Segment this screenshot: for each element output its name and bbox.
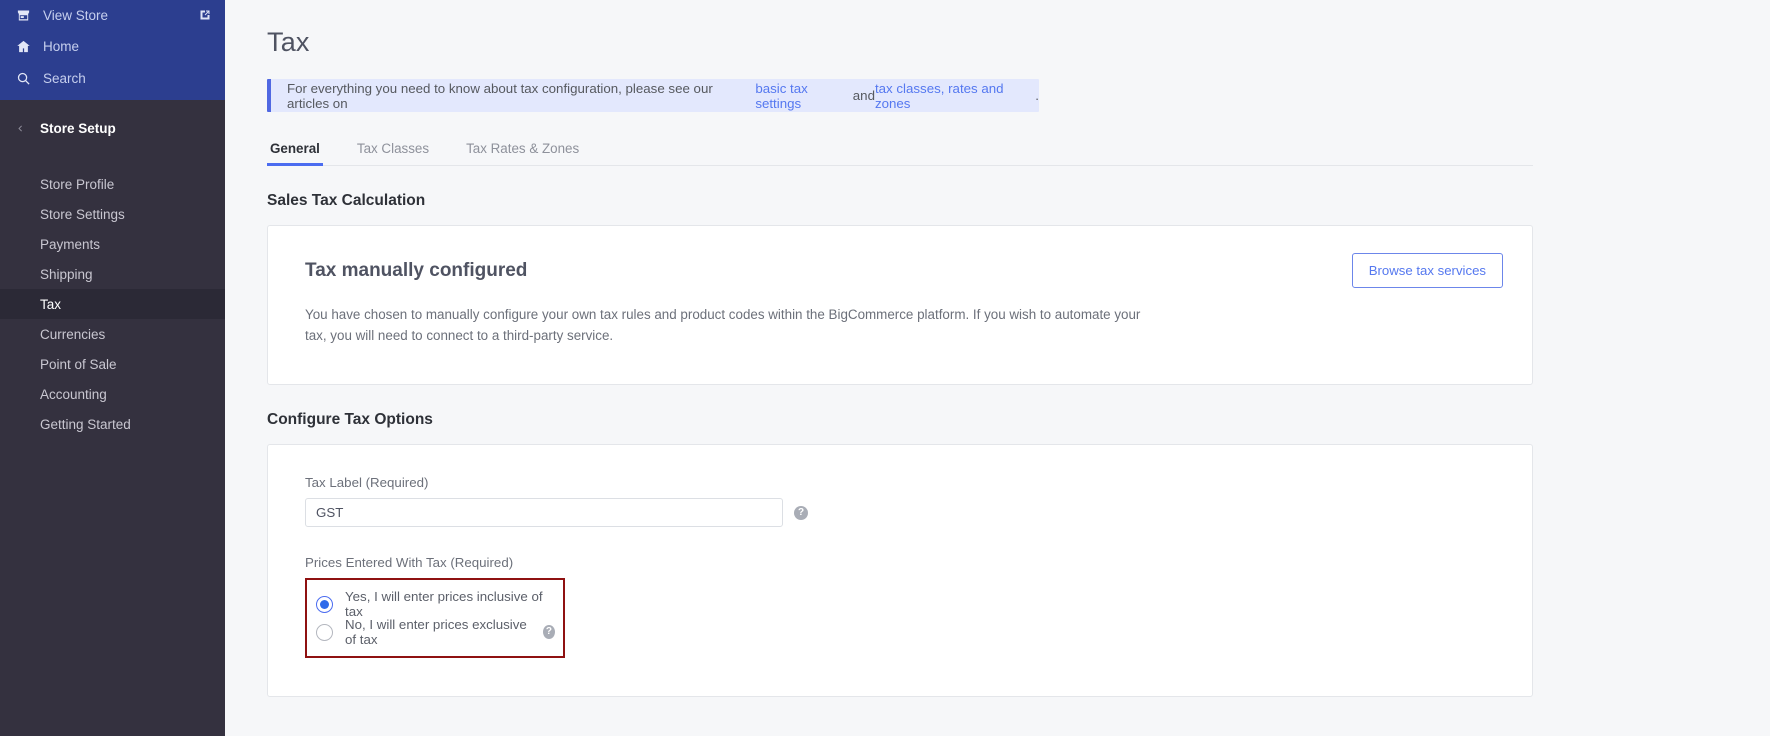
sidebar-nav-list: Store Profile Store Settings Payments Sh… — [0, 169, 225, 439]
section-title-sales-tax-calculation: Sales Tax Calculation — [267, 192, 426, 209]
home-icon — [16, 39, 38, 54]
prices-entered-with-tax-group: Yes, I will enter prices inclusive of ta… — [305, 578, 565, 658]
tab-tax-rates-zones[interactable]: Tax Rates & Zones — [463, 141, 582, 165]
question-mark-icon[interactable]: ? — [542, 625, 555, 639]
search-icon — [16, 71, 38, 86]
section-title-configure-tax-options: Configure Tax Options — [267, 411, 433, 428]
banner-text-after: . — [1035, 88, 1039, 103]
sidebar-item-label: Store Settings — [40, 206, 125, 222]
prices-entered-with-tax-label: Prices Entered With Tax (Required) — [305, 555, 514, 570]
app-root: View Store Home Search Store Setup Store… — [0, 0, 1770, 736]
card-description: You have chosen to manually configure yo… — [305, 307, 1141, 343]
radio-option-exclusive[interactable]: No, I will enter prices exclusive of tax… — [316, 617, 555, 647]
configure-tax-options-card: Tax Label (Required) ? Prices Entered Wi… — [267, 444, 1533, 697]
sidebar-group-store-setup[interactable]: Store Setup — [0, 113, 225, 143]
sidebar-item-currencies[interactable]: Currencies — [0, 319, 225, 349]
sidebar-item-label: Store Profile — [40, 176, 115, 192]
radio-option-inclusive[interactable]: Yes, I will enter prices inclusive of ta… — [316, 589, 555, 619]
banner-link-tax-classes-rates-zones[interactable]: tax classes, rates and zones — [875, 81, 1035, 111]
sidebar-item-shipping[interactable]: Shipping — [0, 259, 225, 289]
sidebar-item-getting-started[interactable]: Getting Started — [0, 409, 225, 439]
browse-tax-services-button[interactable]: Browse tax services — [1351, 253, 1503, 288]
sidebar-group-label: Store Setup — [40, 120, 116, 136]
page-title: Tax — [267, 27, 310, 57]
tab-label: Tax Rates & Zones — [466, 141, 580, 156]
info-banner: For everything you need to know about ta… — [267, 79, 1039, 112]
sidebar-top-section: View Store Home Search — [0, 0, 225, 100]
sidebar-item-payments[interactable]: Payments — [0, 229, 225, 259]
main-content: Tax For everything you need to know abou… — [225, 0, 1770, 736]
radio-indicator[interactable] — [316, 595, 333, 613]
card-body: Tax Label (Required) ? Prices Entered Wi… — [268, 445, 1532, 696]
tab-tax-classes[interactable]: Tax Classes — [354, 141, 432, 165]
sidebar-item-label: Point of Sale — [40, 356, 117, 372]
sidebar-item-view-store[interactable]: View Store — [0, 0, 225, 30]
sidebar-item-tax[interactable]: Tax — [0, 289, 225, 319]
store-icon — [16, 8, 38, 23]
tax-label-field-label: Tax Label (Required) — [305, 475, 429, 490]
sidebar-item-label: Currencies — [40, 326, 106, 342]
sidebar-item-label: Getting Started — [40, 416, 131, 432]
tab-label: Tax Classes — [356, 141, 430, 156]
sidebar-item-label: Shipping — [40, 266, 93, 282]
radio-indicator[interactable] — [316, 623, 333, 641]
tab-label: General — [270, 141, 320, 156]
sidebar: View Store Home Search Store Setup Store… — [0, 0, 225, 736]
sidebar-item-label: View Store — [43, 7, 109, 23]
tax-label-input[interactable] — [305, 498, 783, 527]
sales-tax-calculation-card: Browse tax services Tax manually configu… — [267, 225, 1533, 385]
sidebar-item-label: Accounting — [40, 386, 107, 402]
sidebar-item-label: Payments — [40, 236, 101, 252]
sidebar-item-store-settings[interactable]: Store Settings — [0, 199, 225, 229]
tax-label-row: ? — [305, 498, 1495, 527]
sidebar-item-label: Tax — [40, 296, 62, 312]
banner-text-middle: and — [852, 88, 875, 103]
radio-label: Yes, I will enter prices inclusive of ta… — [345, 589, 543, 619]
sidebar-item-label: Home — [43, 38, 80, 54]
external-link-icon[interactable] — [199, 9, 211, 21]
banner-text-before: For everything you need to know about ta… — [287, 80, 713, 111]
card-heading: Tax manually configured — [305, 260, 528, 281]
sidebar-item-accounting[interactable]: Accounting — [0, 379, 225, 409]
tab-bar: General Tax Classes Tax Rates & Zones — [267, 132, 1533, 166]
sidebar-item-home[interactable]: Home — [0, 30, 225, 62]
tab-general[interactable]: General — [267, 141, 323, 166]
chevron-left-icon — [16, 124, 40, 133]
sidebar-item-label: Search — [43, 70, 86, 86]
sidebar-item-search[interactable]: Search — [0, 62, 225, 94]
card-body: Tax manually configured You have chosen … — [268, 226, 1532, 384]
sidebar-item-point-of-sale[interactable]: Point of Sale — [0, 349, 225, 379]
question-mark-icon[interactable]: ? — [794, 505, 808, 520]
radio-label: No, I will enter prices exclusive of tax — [345, 617, 527, 647]
banner-link-basic-tax-settings[interactable]: basic tax settings — [755, 81, 852, 111]
sidebar-item-store-profile[interactable]: Store Profile — [0, 169, 225, 199]
